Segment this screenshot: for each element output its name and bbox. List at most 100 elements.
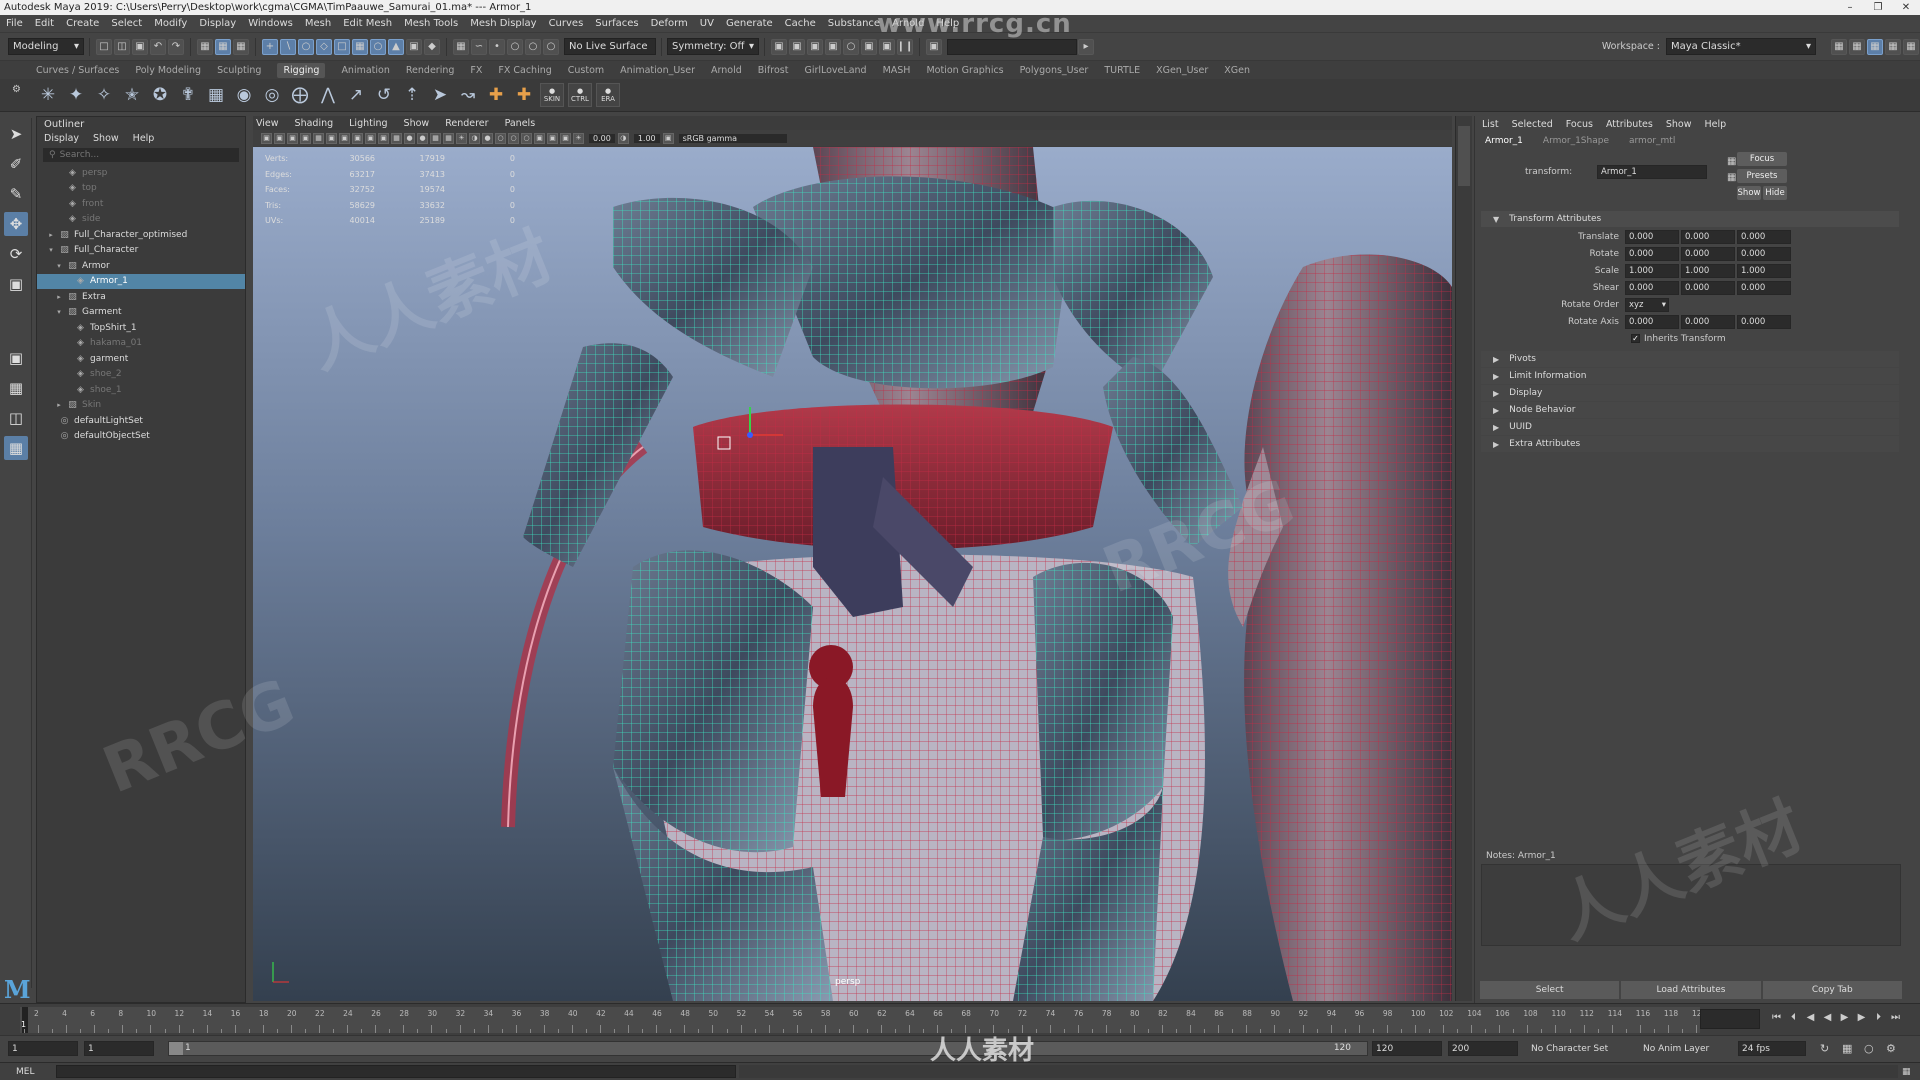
scale-field[interactable]: 1.000: [1625, 263, 1679, 278]
menu-item-deform[interactable]: Deform: [651, 18, 688, 29]
render-settings-icon[interactable]: ▣: [825, 38, 841, 55]
outliner-item[interactable]: ▸ ▨ Extra: [37, 289, 245, 305]
layout-icon[interactable]: ▦: [1849, 38, 1865, 55]
step-back-key-icon[interactable]: ⏴: [1785, 1012, 1802, 1023]
menu-item-curves[interactable]: Curves: [549, 18, 584, 29]
command-input[interactable]: [56, 1065, 736, 1078]
shear-field[interactable]: 0.000: [1625, 280, 1679, 295]
rotate-field[interactable]: 0.000: [1625, 246, 1679, 261]
attribute-editor-tab[interactable]: armor_mtl: [1629, 136, 1675, 146]
shelf-tab[interactable]: Poly Modeling: [135, 65, 201, 76]
presets-button[interactable]: Presets: [1737, 169, 1787, 183]
color-space-dropdown[interactable]: sRGB gamma: [678, 133, 787, 143]
soft-mod-icon[interactable]: ⨁: [288, 83, 312, 107]
expand-toggle-icon[interactable]: ▾: [55, 262, 63, 270]
select-button[interactable]: Select: [1480, 981, 1620, 999]
orient-joint-icon[interactable]: ✟: [176, 83, 200, 107]
outliner-item[interactable]: ◈ shoe_1: [37, 382, 245, 398]
field-chart-icon[interactable]: ▣: [365, 132, 376, 144]
new-scene-icon[interactable]: □: [96, 38, 112, 55]
mask-icon[interactable]: +: [262, 38, 278, 55]
joint-tool-icon[interactable]: ✳: [36, 83, 60, 107]
attribute-editor-menu-item[interactable]: Show: [1666, 119, 1692, 130]
playback-end-field[interactable]: 120: [1372, 1041, 1442, 1056]
wireframe-on-shaded-icon[interactable]: ▦: [430, 132, 441, 144]
menu-item-surfaces[interactable]: Surfaces: [595, 18, 638, 29]
outliner-item[interactable]: ◈ side: [37, 212, 245, 228]
go-to-end-icon[interactable]: ⏭: [1887, 1012, 1904, 1023]
move-tool-icon[interactable]: ✥: [4, 212, 28, 236]
fps-dropdown[interactable]: 24 fps: [1738, 1041, 1806, 1056]
ao-icon[interactable]: ●: [482, 132, 493, 144]
step-forward-key-icon[interactable]: ⏵: [1870, 1012, 1887, 1023]
section-header[interactable]: ▶ Display: [1481, 385, 1899, 401]
wireframe-icon[interactable]: ▦: [391, 132, 402, 144]
smooth-shade-icon[interactable]: ●: [404, 132, 415, 144]
focus-icon[interactable]: ▦: [1727, 156, 1736, 167]
rotate-order-dropdown[interactable]: xyz ▾: [1625, 297, 1669, 312]
attribute-editor-menu-item[interactable]: Focus: [1566, 119, 1593, 130]
snap-surface-icon[interactable]: ○: [525, 38, 541, 55]
ipr-icon[interactable]: ▣: [807, 38, 823, 55]
lasso-tool-icon[interactable]: ✐: [4, 152, 28, 176]
pause-icon[interactable]: ❙❙: [897, 38, 913, 55]
script-editor-tab[interactable]: [1458, 126, 1470, 186]
shear-field[interactable]: 0.000: [1681, 280, 1735, 295]
viewport-menu-item[interactable]: Shading: [295, 118, 334, 129]
attribute-editor-menu-item[interactable]: Selected: [1512, 119, 1553, 130]
render-setup-icon[interactable]: ▣: [861, 38, 877, 55]
step-forward-icon[interactable]: ▶: [1853, 1012, 1870, 1023]
expand-toggle-icon[interactable]: ▸: [55, 401, 63, 409]
layout-icon[interactable]: ▦: [1867, 38, 1883, 55]
shelf-tab[interactable]: FX: [470, 65, 482, 76]
select-hierarchy-icon[interactable]: ▦: [197, 38, 213, 55]
exposure-field[interactable]: 0.00: [589, 133, 615, 143]
mask-icon[interactable]: ○: [370, 38, 386, 55]
attribute-editor-tab[interactable]: Armor_1: [1485, 136, 1523, 146]
camera-icon[interactable]: ▣: [261, 132, 272, 144]
end-time-field[interactable]: 200: [1448, 1041, 1518, 1056]
shelf-tab[interactable]: Arnold: [711, 65, 742, 76]
outliner-item[interactable]: ◎ defaultLightSet: [37, 413, 245, 429]
open-scene-icon[interactable]: ◫: [114, 38, 130, 55]
outliner-layout-icon[interactable]: ▦: [4, 436, 28, 460]
input-line-field[interactable]: [947, 38, 1077, 55]
orient-constraint-icon[interactable]: ↺: [372, 83, 396, 107]
era-button[interactable]: ● ERA: [596, 83, 620, 107]
four-view-icon[interactable]: ▦: [4, 376, 28, 400]
insert-joint-icon[interactable]: ✭: [120, 83, 144, 107]
inherits-checkbox[interactable]: ✓: [1631, 334, 1640, 343]
go-to-start-icon[interactable]: ⏮: [1768, 1012, 1785, 1023]
shelf-tab[interactable]: Motion Graphics: [926, 65, 1003, 76]
gamma-icon[interactable]: ◑: [617, 132, 629, 144]
motion-blur-icon[interactable]: ○: [495, 132, 506, 144]
scale-constraint-icon[interactable]: ⇡: [400, 83, 424, 107]
mask-icon[interactable]: ▦: [352, 38, 368, 55]
play-back-icon[interactable]: ◀: [1819, 1012, 1836, 1023]
menu-item-substance[interactable]: Substance: [828, 18, 880, 29]
lock-icon[interactable]: ▣: [406, 38, 422, 55]
character-set-dropdown[interactable]: No Character Set: [1528, 1041, 1628, 1056]
rotate-field[interactable]: 0.000: [1737, 246, 1791, 261]
rotate-axis-x-field[interactable]: 0.000: [1625, 314, 1679, 329]
mask-icon[interactable]: ○: [298, 38, 314, 55]
outliner-item[interactable]: ◈ top: [37, 181, 245, 197]
shelf-tab[interactable]: XGen_User: [1156, 65, 1208, 76]
shelf-tab[interactable]: TURTLE: [1104, 65, 1140, 76]
shelf-tab[interactable]: MASH: [883, 65, 911, 76]
attribute-editor-tab[interactable]: Armor_1Shape: [1543, 136, 1609, 146]
shelf-tab[interactable]: Rigging: [277, 62, 326, 78]
outliner-item[interactable]: ◈ front: [37, 196, 245, 212]
menu-item-edit[interactable]: Edit: [35, 18, 54, 29]
shelf-tab[interactable]: Rendering: [406, 65, 455, 76]
highlight-icon[interactable]: ◆: [424, 38, 440, 55]
attribute-editor-menu-item[interactable]: List: [1482, 119, 1499, 130]
symmetry-dropdown[interactable]: Symmetry: Off ▾: [667, 38, 759, 55]
script-editor-icon[interactable]: ▦: [1902, 1067, 1916, 1077]
mode-dropdown[interactable]: Modeling ▾: [8, 38, 84, 55]
viewport-menu-item[interactable]: Panels: [505, 118, 536, 129]
aim-constraint-icon[interactable]: ➤: [428, 83, 452, 107]
restore-icon[interactable]: ❐: [1864, 2, 1892, 13]
anim-layer-dropdown[interactable]: No Anim Layer: [1640, 1041, 1730, 1056]
current-frame-field[interactable]: [1700, 1009, 1760, 1029]
